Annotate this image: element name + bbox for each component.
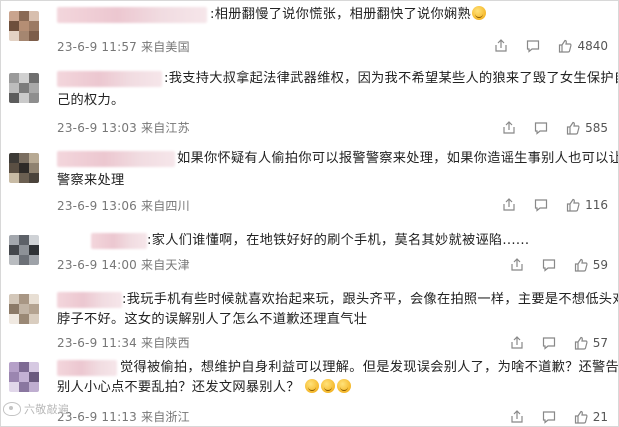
- comment-meta: 23-6-9 11:57 来自美国: [57, 40, 190, 54]
- comment-text-line-2: 警察来处理: [57, 173, 125, 188]
- avatar[interactable]: [9, 362, 39, 392]
- emoji-icon: [472, 6, 487, 20]
- watermark-text: 六敬敲遍: [24, 403, 70, 416]
- username-blurred[interactable]: [57, 7, 207, 23]
- username-blurred[interactable]: [57, 71, 162, 87]
- comment-actions: 59: [493, 257, 608, 273]
- comment-meta: 23-6-9 13:03 来自江苏: [57, 121, 190, 135]
- thumbs-up-icon[interactable]: [573, 409, 589, 425]
- comment-meta: 23-6-9 14:00 来自天津: [57, 258, 190, 272]
- avatar[interactable]: [9, 294, 39, 324]
- like-count: 585: [585, 121, 608, 135]
- avatar[interactable]: [9, 153, 39, 183]
- username-blurred[interactable]: [57, 360, 117, 376]
- comment-actions: 4840: [477, 38, 608, 54]
- watermark: 六敬敲遍: [3, 401, 69, 417]
- like-count: 57: [592, 336, 608, 350]
- share-icon[interactable]: [501, 120, 517, 136]
- comment-text-line-1: :我支持大叔拿起法律武器维权，因为我不希望某些人的狼来了毁了女生保护自: [164, 71, 619, 86]
- comment-text-line-1: :我玩手机有些时候就喜欢抬起来玩，跟头齐平，会像在拍照一样，主要是不想低头对: [122, 292, 619, 307]
- share-icon[interactable]: [493, 38, 509, 54]
- like-count: 21: [592, 410, 608, 424]
- emoji-icon: [305, 379, 320, 393]
- avatar[interactable]: [9, 235, 39, 265]
- like-count: 4840: [577, 39, 608, 53]
- comment-actions: 21: [493, 409, 608, 425]
- share-icon[interactable]: [509, 257, 525, 273]
- comment-actions: 585: [485, 120, 608, 136]
- comment-icon[interactable]: [541, 257, 557, 273]
- thumbs-up-icon[interactable]: [565, 197, 581, 213]
- comment-icon[interactable]: [533, 120, 549, 136]
- comment-icon[interactable]: [541, 335, 557, 351]
- username-blurred[interactable]: [57, 292, 122, 308]
- thumbs-up-icon[interactable]: [565, 120, 581, 136]
- comment-text-line-2: 己的权力。: [57, 93, 125, 108]
- comment-text: :家人们谁懂啊，在地铁好好的刷个手机，莫名其妙就被诬陷......: [147, 233, 530, 248]
- comment-text-line-1: 觉得被偷拍，想维护自身利益可以理解。但是发现误会别人了，为啥不道歉？还警告: [120, 360, 619, 375]
- comment-icon[interactable]: [541, 409, 557, 425]
- comment-meta: 23-6-9 11:13 来自浙江: [57, 410, 190, 424]
- share-icon[interactable]: [509, 409, 525, 425]
- weibo-logo-icon: [3, 402, 21, 416]
- thumbs-up-icon[interactable]: [573, 335, 589, 351]
- comment-list: :相册翻慢了说你慌张，相册翻快了说你娴熟 23-6-9 11:57 来自美国 4…: [0, 0, 619, 427]
- like-count: 116: [585, 198, 608, 212]
- avatar[interactable]: [9, 73, 39, 103]
- comment-text-line-2: 别人小心点不要乱拍？还发文网暴别人？: [57, 378, 352, 398]
- thumbs-up-icon[interactable]: [557, 38, 573, 54]
- comment-meta: 23-6-9 13:06 来自四川: [57, 199, 190, 213]
- share-icon[interactable]: [509, 335, 525, 351]
- emoji-icon: [321, 379, 336, 393]
- thumbs-up-icon[interactable]: [573, 257, 589, 273]
- comment-text-line-1: 如果你怀疑有人偷拍你可以报警警察来处理，如果你造谣生事别人也可以让: [177, 151, 619, 166]
- comment-actions: 57: [493, 335, 608, 351]
- comment-meta: 23-6-9 11:34 来自陕西: [57, 336, 190, 350]
- comment-icon[interactable]: [525, 38, 541, 54]
- comment-actions: 116: [485, 197, 608, 213]
- share-icon[interactable]: [501, 197, 517, 213]
- like-count: 59: [592, 258, 608, 272]
- username-blurred[interactable]: [57, 151, 175, 167]
- avatar[interactable]: [9, 11, 39, 41]
- comment-text: :相册翻慢了说你慌张，相册翻快了说你娴熟: [210, 5, 487, 25]
- comment-text-line-2: 脖子不好。这女的误解别人了怎么不道歉还理直气壮: [57, 312, 368, 327]
- emoji-icon: [337, 379, 352, 393]
- username-blurred[interactable]: [91, 233, 147, 249]
- comment-icon[interactable]: [533, 197, 549, 213]
